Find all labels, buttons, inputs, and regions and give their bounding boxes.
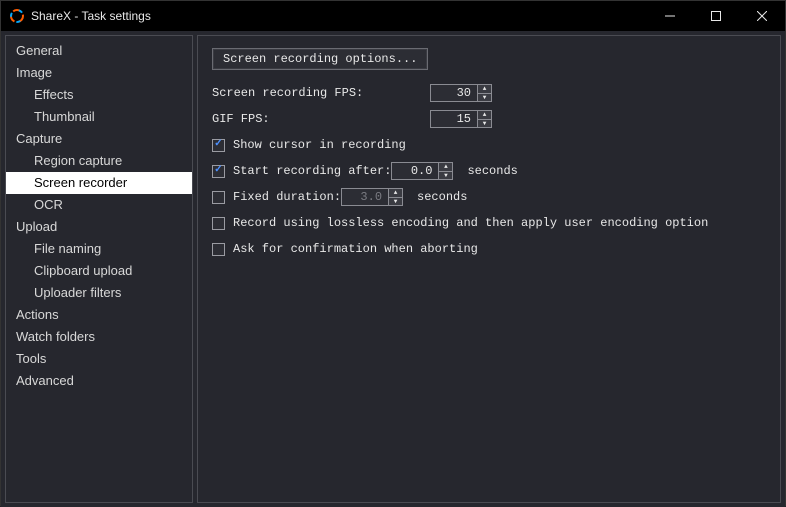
sidebar-item-image[interactable]: Image <box>6 62 192 84</box>
sidebar-item-uploader-filters[interactable]: Uploader filters <box>6 282 192 304</box>
start-after-unit: seconds <box>467 164 517 178</box>
sidebar-item-tools[interactable]: Tools <box>6 348 192 370</box>
sidebar-item-file-naming[interactable]: File naming <box>6 238 192 260</box>
start-after-spinner[interactable]: 0.0 ▲▼ <box>391 162 453 180</box>
recording-options-button[interactable]: Screen recording options... <box>212 48 428 70</box>
gif-fps-spinner[interactable]: 15 ▲▼ <box>430 110 492 128</box>
spinner-down-icon[interactable]: ▼ <box>478 120 491 128</box>
close-button[interactable] <box>739 1 785 31</box>
sidebar-item-advanced[interactable]: Advanced <box>6 370 192 392</box>
sidebar-item-upload[interactable]: Upload <box>6 216 192 238</box>
sidebar-item-capture[interactable]: Capture <box>6 128 192 150</box>
sidebar-item-actions[interactable]: Actions <box>6 304 192 326</box>
show-cursor-label: Show cursor in recording <box>233 138 406 152</box>
spinner-up-icon: ▲ <box>389 189 402 198</box>
confirm-abort-checkbox[interactable] <box>212 243 225 256</box>
fixed-duration-checkbox[interactable] <box>212 191 225 204</box>
spinner-down-icon: ▼ <box>389 198 402 206</box>
fps-spinner[interactable]: 30 ▲▼ <box>430 84 492 102</box>
lossless-checkbox[interactable] <box>212 217 225 230</box>
start-after-label: Start recording after: <box>233 164 391 178</box>
lossless-label: Record using lossless encoding and then … <box>233 216 708 230</box>
fps-value[interactable]: 30 <box>431 85 477 101</box>
sidebar-item-watch-folders[interactable]: Watch folders <box>6 326 192 348</box>
spinner-up-icon[interactable]: ▲ <box>439 163 452 172</box>
titlebar: ShareX - Task settings <box>1 1 785 31</box>
spinner-up-icon[interactable]: ▲ <box>478 111 491 120</box>
confirm-abort-label: Ask for confirmation when aborting <box>233 242 478 256</box>
fixed-duration-value: 3.0 <box>342 189 388 205</box>
sidebar-item-effects[interactable]: Effects <box>6 84 192 106</box>
spinner-down-icon[interactable]: ▼ <box>478 94 491 102</box>
spinner-up-icon[interactable]: ▲ <box>478 85 491 94</box>
sidebar-item-general[interactable]: General <box>6 40 192 62</box>
sidebar-item-ocr[interactable]: OCR <box>6 194 192 216</box>
sidebar-item-clipboard-upload[interactable]: Clipboard upload <box>6 260 192 282</box>
maximize-button[interactable] <box>693 1 739 31</box>
gif-fps-value[interactable]: 15 <box>431 111 477 127</box>
sidebar-item-region-capture[interactable]: Region capture <box>6 150 192 172</box>
start-after-value[interactable]: 0.0 <box>392 163 438 179</box>
sidebar-item-screen-recorder[interactable]: Screen recorder <box>6 172 192 194</box>
fixed-duration-label: Fixed duration: <box>233 190 341 204</box>
sidebar-item-thumbnail[interactable]: Thumbnail <box>6 106 192 128</box>
fixed-duration-unit: seconds <box>417 190 467 204</box>
sidebar: General Image Effects Thumbnail Capture … <box>5 35 193 503</box>
fixed-duration-spinner: 3.0 ▲▼ <box>341 188 403 206</box>
show-cursor-checkbox[interactable] <box>212 139 225 152</box>
gif-fps-label: GIF FPS: <box>212 112 430 126</box>
app-icon <box>9 8 25 24</box>
spinner-down-icon[interactable]: ▼ <box>439 172 452 180</box>
window-title: ShareX - Task settings <box>31 9 151 23</box>
start-after-checkbox[interactable] <box>212 165 225 178</box>
main-panel: Screen recording options... Screen recor… <box>197 35 781 503</box>
fps-label: Screen recording FPS: <box>212 86 430 100</box>
minimize-button[interactable] <box>647 1 693 31</box>
